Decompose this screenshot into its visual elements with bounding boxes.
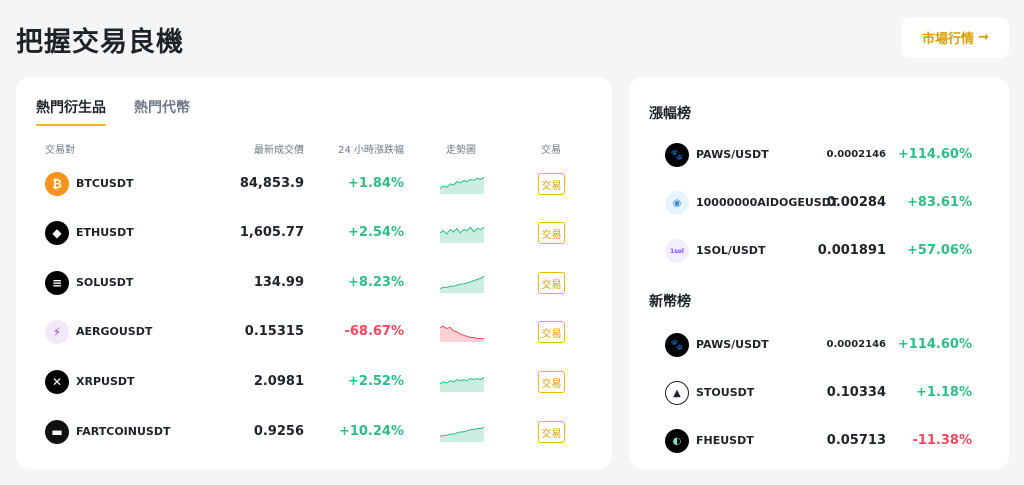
ranking-item[interactable]: ◐ FHEUSDT 0.05713 -11.38% [629, 423, 1009, 459]
market-overview-button[interactable]: 市場行情 → [902, 17, 1009, 58]
last-price: 0.15315 [244, 324, 304, 339]
table-row[interactable]: ₿ BTCUSDT 84,853.9 +1.84% 交易 [16, 164, 612, 204]
last-price: 0.001891 [817, 243, 886, 258]
table-row[interactable]: ≡ SOLUSDT 134.99 +8.23% 交易 [16, 263, 612, 303]
last-price: 2.0981 [253, 374, 304, 389]
pair-name: 1SOL/USDT [696, 244, 766, 257]
ranking-item[interactable]: 🐾 PAWS/USDT 0.0002146 +114.60% [629, 327, 1009, 363]
table-row[interactable]: ◆ ETHUSDT 1,605.77 +2.54% 交易 [16, 213, 612, 253]
last-price: 84,853.9 [239, 176, 304, 191]
ethereum-icon: ◆ [45, 221, 69, 245]
sparkline-area [440, 177, 484, 194]
pair-name: 10000000AIDOGEUSDT [696, 196, 839, 209]
trade-button[interactable]: 交易 [538, 321, 565, 343]
1sol-icon: 1sol [665, 239, 689, 263]
sparkline-chart [440, 176, 484, 194]
last-price: 1,605.77 [239, 225, 304, 240]
aergo-icon: ⚡ [45, 320, 69, 344]
solana-icon: ≡ [45, 271, 69, 295]
change-24h: +1.18% [916, 385, 972, 400]
rankings-card: 漲幅榜 🐾 PAWS/USDT 0.0002146 +114.60% ◉ 10000000… [629, 77, 1009, 469]
col-header-change: 24 小時漲跌幅 [338, 145, 404, 156]
paws-icon: 🐾 [665, 143, 689, 167]
change-24h: +8.23% [348, 275, 404, 290]
change-24h: +10.24% [338, 424, 404, 439]
pair-name: SOLUSDT [76, 276, 134, 289]
pair-name: FARTCOINUSDT [76, 425, 171, 438]
change-24h: +114.60% [897, 337, 972, 352]
sparkline-chart [440, 275, 484, 293]
change-24h: -11.38% [912, 433, 972, 448]
fhe-icon: ◐ [665, 429, 689, 453]
paws-icon: 🐾 [665, 333, 689, 357]
sparkline-area [440, 227, 484, 243]
pair-name: BTCUSDT [76, 177, 134, 190]
fartcoin-icon: ▬ [45, 420, 69, 444]
pair-name: STOUSDT [696, 386, 755, 399]
pair-name: PAWS/USDT [696, 148, 769, 161]
change-24h: +57.06% [906, 243, 972, 258]
ranking-item[interactable]: ◉ 10000000AIDOGEUSDT 0.00284 +83.61% [629, 185, 1009, 221]
trade-button[interactable]: 交易 [538, 173, 565, 195]
trade-button[interactable]: 交易 [538, 222, 565, 244]
gainers-title: 漲幅榜 [649, 106, 691, 122]
sparkline-chart [440, 376, 484, 392]
sto-icon: ▲ [665, 381, 689, 405]
sparkline-chart [440, 226, 484, 243]
tab-hot-derivatives[interactable]: 熱門衍生品 [36, 97, 106, 126]
last-price: 0.05713 [826, 433, 886, 448]
change-24h: +2.54% [348, 225, 404, 240]
derivatives-card: 熱門衍生品 熱門代幣 交易對 最新成交價 24 小時漲跌幅 走勢圖 交易 ₿ BT… [16, 77, 612, 469]
change-24h: -68.67% [344, 324, 404, 339]
bitcoin-icon: ₿ [45, 172, 69, 196]
ranking-item[interactable]: ▲ STOUSDT 0.10334 +1.18% [629, 375, 1009, 411]
new-listings-title: 新幣榜 [649, 294, 691, 310]
last-price: 0.0002146 [826, 339, 886, 350]
table-row[interactable]: ✕ XRPUSDT 2.0981 +2.52% 交易 [16, 362, 612, 402]
tab-hot-tokens[interactable]: 熱門代幣 [134, 97, 190, 126]
col-header-chart: 走勢圖 [446, 145, 476, 156]
pair-name: AERGOUSDT [76, 325, 153, 338]
table-row[interactable]: ▬ FARTCOINUSDT 0.9256 +10.24% 交易 [16, 412, 612, 452]
change-24h: +2.52% [348, 374, 404, 389]
tab-bar: 熱門衍生品 熱門代幣 [36, 97, 190, 126]
ranking-item[interactable]: 🐾 PAWS/USDT 0.0002146 +114.60% [629, 137, 1009, 173]
ranking-item[interactable]: 1sol 1SOL/USDT 0.001891 +57.06% [629, 233, 1009, 269]
last-price: 134.99 [253, 275, 304, 290]
arrow-right-icon: → [978, 30, 989, 45]
page-title: 把握交易良機 [16, 27, 184, 58]
change-24h: +114.60% [897, 147, 972, 162]
sparkline-area [440, 377, 484, 392]
pair-name: XRPUSDT [76, 375, 135, 388]
col-header-pair: 交易對 [45, 145, 75, 156]
aidoge-icon: ◉ [665, 191, 689, 215]
pair-name: PAWS/USDT [696, 338, 769, 351]
change-24h: +1.84% [348, 176, 404, 191]
trade-button[interactable]: 交易 [538, 371, 565, 393]
last-price: 0.00284 [826, 195, 886, 210]
trade-button[interactable]: 交易 [538, 421, 565, 443]
col-header-price: 最新成交價 [254, 145, 304, 156]
col-header-trade: 交易 [541, 145, 561, 156]
sparkline-area [440, 427, 484, 442]
last-price: 0.0002146 [826, 149, 886, 160]
last-price: 0.9256 [253, 424, 304, 439]
last-price: 0.10334 [826, 385, 886, 400]
pair-name: ETHUSDT [76, 226, 134, 239]
table-row[interactable]: ⚡ AERGOUSDT 0.15315 -68.67% 交易 [16, 312, 612, 352]
sparkline-chart [440, 325, 484, 342]
xrp-icon: ✕ [45, 370, 69, 394]
market-overview-label: 市場行情 [922, 32, 975, 47]
sparkline-area [440, 276, 484, 293]
change-24h: +83.61% [906, 195, 972, 210]
sparkline-chart [440, 426, 484, 442]
pair-name: FHEUSDT [696, 434, 754, 447]
trade-button[interactable]: 交易 [538, 272, 565, 294]
